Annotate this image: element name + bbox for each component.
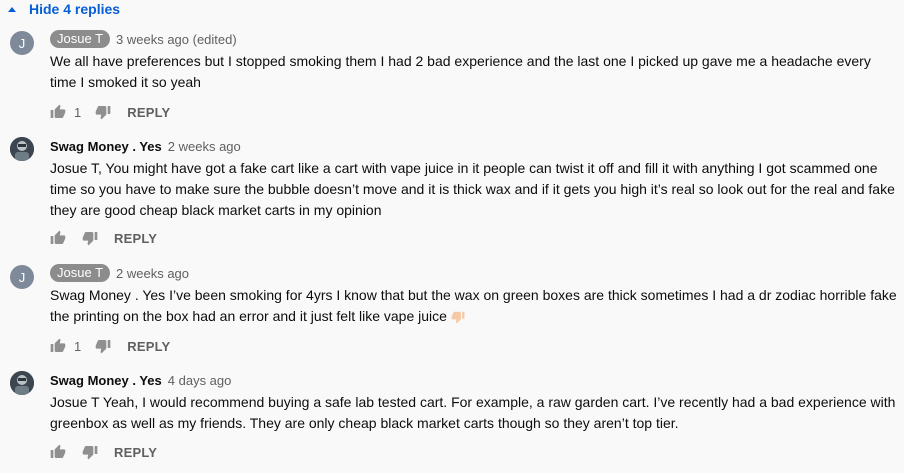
thumbs-down-icon[interactable] — [82, 230, 98, 246]
reply-button[interactable]: REPLY — [114, 445, 157, 460]
hide-replies-button[interactable]: Hide 4 replies — [8, 0, 120, 18]
thumbs-down-emoji-icon — [451, 312, 465, 324]
author-name[interactable]: Swag Money . Yes — [50, 373, 162, 388]
comment-time[interactable]: 3 weeks ago (edited) — [116, 32, 237, 47]
comment-time[interactable]: 2 weeks ago — [116, 266, 189, 281]
reply-comment: Swag Money . Yes 2 weeks ago Josue T, Yo… — [0, 137, 904, 252]
comment-text: Swag Money . Yes I’ve been smoking for 4… — [50, 287, 897, 324]
reply-comment: J Josue T 2 weeks ago Swag Money . Yes I… — [0, 264, 904, 359]
comment-actions: REPLY — [50, 228, 157, 248]
caret-up-icon — [8, 6, 16, 12]
reply-button[interactable]: REPLY — [127, 105, 170, 120]
reply-button[interactable]: REPLY — [114, 231, 157, 246]
reply-button[interactable]: REPLY — [127, 339, 170, 354]
avatar[interactable]: J — [10, 265, 34, 289]
author-name[interactable]: Josue T — [50, 30, 111, 48]
avatar[interactable] — [10, 137, 34, 161]
reply-comment: Swag Money . Yes 4 days ago Josue T Yeah… — [0, 371, 904, 471]
avatar[interactable]: J — [10, 31, 34, 55]
profile-photo-icon — [10, 371, 34, 395]
reply-comment: J Josue T 3 weeks ago (edited) We all ha… — [0, 30, 904, 125]
thumbs-up-icon[interactable] — [50, 444, 66, 460]
comment-time[interactable]: 4 days ago — [168, 373, 232, 388]
avatar[interactable] — [10, 371, 34, 395]
like-count: 1 — [74, 338, 82, 354]
hide-replies-label: Hide 4 replies — [29, 1, 121, 17]
comment-text: Josue T, You might have got a fake cart … — [50, 160, 895, 218]
author-name[interactable]: Swag Money . Yes — [50, 139, 162, 154]
thumbs-up-icon[interactable] — [50, 104, 66, 120]
comment-actions: REPLY — [50, 442, 157, 462]
profile-photo-icon — [10, 137, 34, 161]
comment-time[interactable]: 2 weeks ago — [168, 139, 241, 154]
thumbs-down-icon[interactable] — [95, 104, 111, 120]
comment-actions: 1 REPLY — [50, 102, 170, 122]
thumbs-up-icon[interactable] — [50, 230, 66, 246]
author-name[interactable]: Josue T — [50, 264, 111, 282]
comment-text: Josue T Yeah, I would recommend buying a… — [50, 394, 896, 431]
like-count: 1 — [74, 104, 82, 120]
comment-text: We all have preferences but I stopped sm… — [50, 53, 871, 90]
thumbs-down-icon[interactable] — [82, 444, 98, 460]
thumbs-up-icon[interactable] — [50, 338, 66, 354]
thumbs-down-icon[interactable] — [95, 338, 111, 354]
comment-actions: 1 REPLY — [50, 336, 170, 356]
